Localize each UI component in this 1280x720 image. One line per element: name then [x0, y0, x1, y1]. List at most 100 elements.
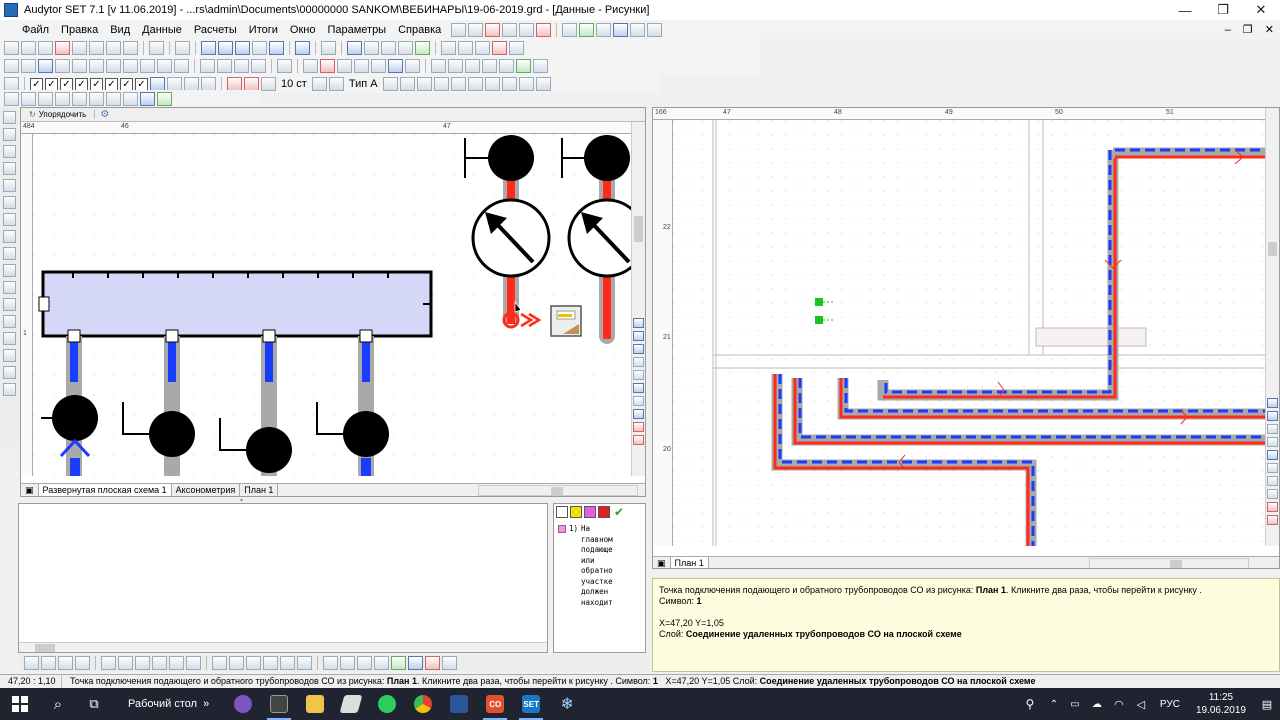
tool-i-icon[interactable] [140, 92, 155, 106]
color-light-icon[interactable] [184, 77, 199, 91]
side-tool-10-icon[interactable] [633, 435, 644, 445]
frame-icon[interactable] [4, 59, 19, 73]
vtool-find-icon[interactable] [2, 179, 16, 192]
plan-hscroll-thumb[interactable] [1169, 559, 1182, 568]
valve-icon[interactable] [398, 41, 413, 55]
tool-c-icon[interactable] [38, 92, 53, 106]
inner-restore-button[interactable]: ❐ [1237, 23, 1259, 36]
tray-wifi[interactable]: ◠ [1108, 688, 1130, 720]
taskbar-audytor-co[interactable]: CO [477, 688, 513, 720]
taskbar-app[interactable] [333, 688, 369, 720]
color-fill-icon[interactable] [371, 59, 386, 73]
tray-overflow[interactable]: ⌃ [1044, 688, 1064, 720]
undo-icon[interactable] [451, 22, 467, 37]
plan-icon[interactable] [218, 41, 233, 55]
menu-view[interactable]: Вид [104, 24, 136, 36]
dim-icon[interactable] [465, 59, 480, 73]
tab-flat-scheme[interactable]: Развернутая плоская схема 1 [38, 484, 172, 496]
mirror-icon[interactable] [234, 59, 249, 73]
zoom-next-icon[interactable] [174, 59, 189, 73]
curve2-icon[interactable] [433, 77, 449, 91]
table-grid-icon[interactable] [458, 41, 473, 55]
plan-vertical-scrollbar[interactable] [1265, 108, 1279, 546]
inner-close-button[interactable]: ✕ [1259, 23, 1280, 36]
view-icon[interactable] [201, 41, 216, 55]
tool-b-icon[interactable] [21, 92, 36, 106]
vtool-edit-icon[interactable] [2, 213, 16, 226]
scheme-icon[interactable] [235, 41, 250, 55]
color-gray-icon[interactable] [167, 77, 182, 91]
bt-17-icon[interactable] [323, 656, 338, 670]
side-tool-4-icon[interactable] [633, 357, 644, 367]
plan-side-5-icon[interactable] [1267, 450, 1278, 460]
format-icon[interactable] [4, 77, 19, 91]
tool-e-icon[interactable] [72, 92, 87, 106]
line-type-label[interactable]: Тип А [346, 78, 381, 90]
rotate-icon[interactable] [217, 59, 232, 73]
bt-19-icon[interactable] [357, 656, 372, 670]
measure-icon[interactable] [482, 59, 497, 73]
insert-icon[interactable] [405, 59, 420, 73]
scrollbar-thumb[interactable] [634, 216, 643, 242]
move-icon[interactable] [251, 59, 266, 73]
bt-23-icon[interactable] [425, 656, 440, 670]
side-tool-1-icon[interactable] [633, 318, 644, 328]
tab-nav-icon[interactable]: ▣ [21, 484, 39, 496]
play-icon[interactable] [364, 41, 379, 55]
data-panel-hscroll[interactable] [19, 642, 547, 652]
menu-parameters[interactable]: Параметры [321, 24, 392, 36]
checkbox-2[interactable]: ✓ [45, 77, 58, 91]
bt-5-icon[interactable] [101, 656, 116, 670]
scheme-canvas[interactable] [33, 134, 631, 476]
bt-14-icon[interactable] [263, 656, 278, 670]
message-list-item[interactable]: 1) На главном подающе или обратно участк… [558, 524, 613, 608]
plan-side-1-icon[interactable] [1267, 398, 1278, 408]
copy-icon[interactable] [502, 22, 518, 37]
bt-15-icon[interactable] [280, 656, 295, 670]
zoom-all-icon[interactable] [140, 59, 155, 73]
menu-data[interactable]: Данные [136, 24, 188, 36]
pencil-icon[interactable] [72, 59, 87, 73]
vtool-copy-icon[interactable] [2, 230, 16, 243]
layers-icon[interactable] [106, 41, 121, 55]
line-red-icon[interactable] [320, 59, 335, 73]
close-button[interactable]: ✕ [1242, 0, 1280, 20]
data-hscroll-thumb[interactable] [35, 644, 55, 652]
vtool-open-icon[interactable] [2, 128, 16, 141]
side-tool-8-icon[interactable] [633, 409, 644, 419]
options-icon[interactable] [509, 41, 524, 55]
bt-3-icon[interactable] [58, 656, 73, 670]
taskbar-audytor-set[interactable]: SET [513, 688, 549, 720]
checkbox-5[interactable]: ✓ [90, 77, 103, 91]
restore-button[interactable]: ❐ [1204, 0, 1242, 20]
curve-icon[interactable] [416, 77, 432, 91]
bt-13-icon[interactable] [246, 656, 261, 670]
snap-icon[interactable] [499, 59, 514, 73]
bt-22-icon[interactable] [408, 656, 423, 670]
filter-yellow-icon[interactable] [570, 506, 582, 518]
settings-icon[interactable] [647, 22, 663, 37]
plan-side-4-icon[interactable] [1267, 437, 1278, 447]
tray-volume[interactable]: ◁ [1130, 688, 1152, 720]
clock[interactable]: 11:25 19.06.2019 [1188, 691, 1254, 717]
table-icon[interactable] [72, 41, 87, 55]
pipe-icon[interactable] [388, 59, 403, 73]
plan-horizontal-scrollbar[interactable] [1088, 557, 1249, 568]
bt-6-icon[interactable] [118, 656, 133, 670]
text-color-icon[interactable] [328, 77, 344, 91]
bt-12-icon[interactable] [229, 656, 244, 670]
new-file-icon[interactable] [4, 41, 19, 55]
bt-11-icon[interactable] [212, 656, 227, 670]
manifold[interactable] [41, 270, 433, 338]
font-color-icon[interactable] [311, 77, 327, 91]
paste-icon[interactable] [519, 22, 535, 37]
list-icon[interactable] [123, 41, 138, 55]
info-line-1-link[interactable]: План 1 [976, 585, 1006, 595]
menu-calculations[interactable]: Расчеты [188, 24, 243, 36]
font-size-value[interactable]: 10 ст [278, 78, 310, 90]
tool-f-icon[interactable] [89, 92, 104, 106]
scheme-horizontal-scrollbar[interactable] [478, 484, 639, 496]
tool-d-icon[interactable] [55, 92, 70, 106]
tool-g-icon[interactable] [106, 92, 121, 106]
search-button[interactable]: ⌕ [40, 688, 76, 720]
